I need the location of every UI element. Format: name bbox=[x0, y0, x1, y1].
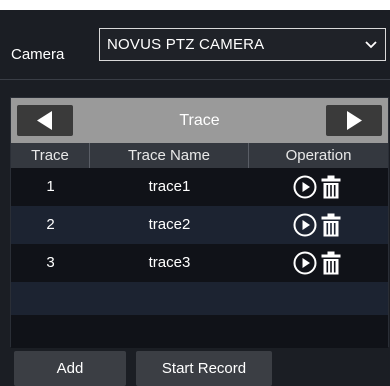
trace-list: 1 trace1 2 trace2 3 trace3 bbox=[11, 168, 388, 348]
camera-label: Camera bbox=[11, 46, 65, 63]
action-bar: Add Start Record bbox=[0, 345, 390, 386]
triangle-right-icon bbox=[347, 111, 362, 130]
trash-icon[interactable] bbox=[321, 175, 341, 199]
trace-header: Trace bbox=[11, 98, 388, 143]
camera-select[interactable]: NOVUS PTZ CAMERA bbox=[99, 28, 386, 61]
column-header-operation: Operation bbox=[249, 143, 388, 168]
prev-trace-button[interactable] bbox=[17, 105, 73, 136]
trash-icon[interactable] bbox=[321, 251, 341, 275]
empty-row bbox=[11, 282, 388, 315]
column-header-trace: Trace bbox=[11, 143, 90, 168]
operation-cell bbox=[249, 168, 388, 206]
divider bbox=[0, 79, 390, 80]
table-row[interactable]: 3 trace3 bbox=[11, 244, 388, 282]
table-row[interactable]: 1 trace1 bbox=[11, 168, 388, 206]
trace-panel: Trace Trace Trace Name Operation 1 trace… bbox=[10, 97, 389, 348]
trace-name: trace3 bbox=[148, 254, 191, 271]
table-row[interactable]: 2 trace2 bbox=[11, 206, 388, 244]
play-circle-icon[interactable] bbox=[293, 175, 317, 199]
camera-select-value: NOVUS PTZ CAMERA bbox=[107, 36, 265, 53]
trace-number: 1 bbox=[46, 178, 55, 195]
top-strip bbox=[0, 0, 390, 10]
play-circle-icon[interactable] bbox=[293, 213, 317, 237]
empty-row bbox=[11, 315, 388, 348]
trace-name: trace2 bbox=[148, 216, 191, 233]
triangle-left-icon bbox=[37, 111, 52, 130]
trace-name: trace1 bbox=[148, 178, 191, 195]
operation-cell bbox=[249, 244, 388, 282]
column-header-trace-name: Trace Name bbox=[90, 143, 249, 168]
trash-icon[interactable] bbox=[321, 213, 341, 237]
next-trace-button[interactable] bbox=[326, 105, 382, 136]
chevron-down-icon bbox=[365, 41, 377, 49]
play-circle-icon[interactable] bbox=[293, 251, 317, 275]
trace-number: 2 bbox=[46, 216, 55, 233]
trace-number: 3 bbox=[46, 254, 55, 271]
add-button[interactable]: Add bbox=[14, 351, 126, 386]
start-record-button[interactable]: Start Record bbox=[136, 351, 272, 386]
operation-cell bbox=[249, 206, 388, 244]
